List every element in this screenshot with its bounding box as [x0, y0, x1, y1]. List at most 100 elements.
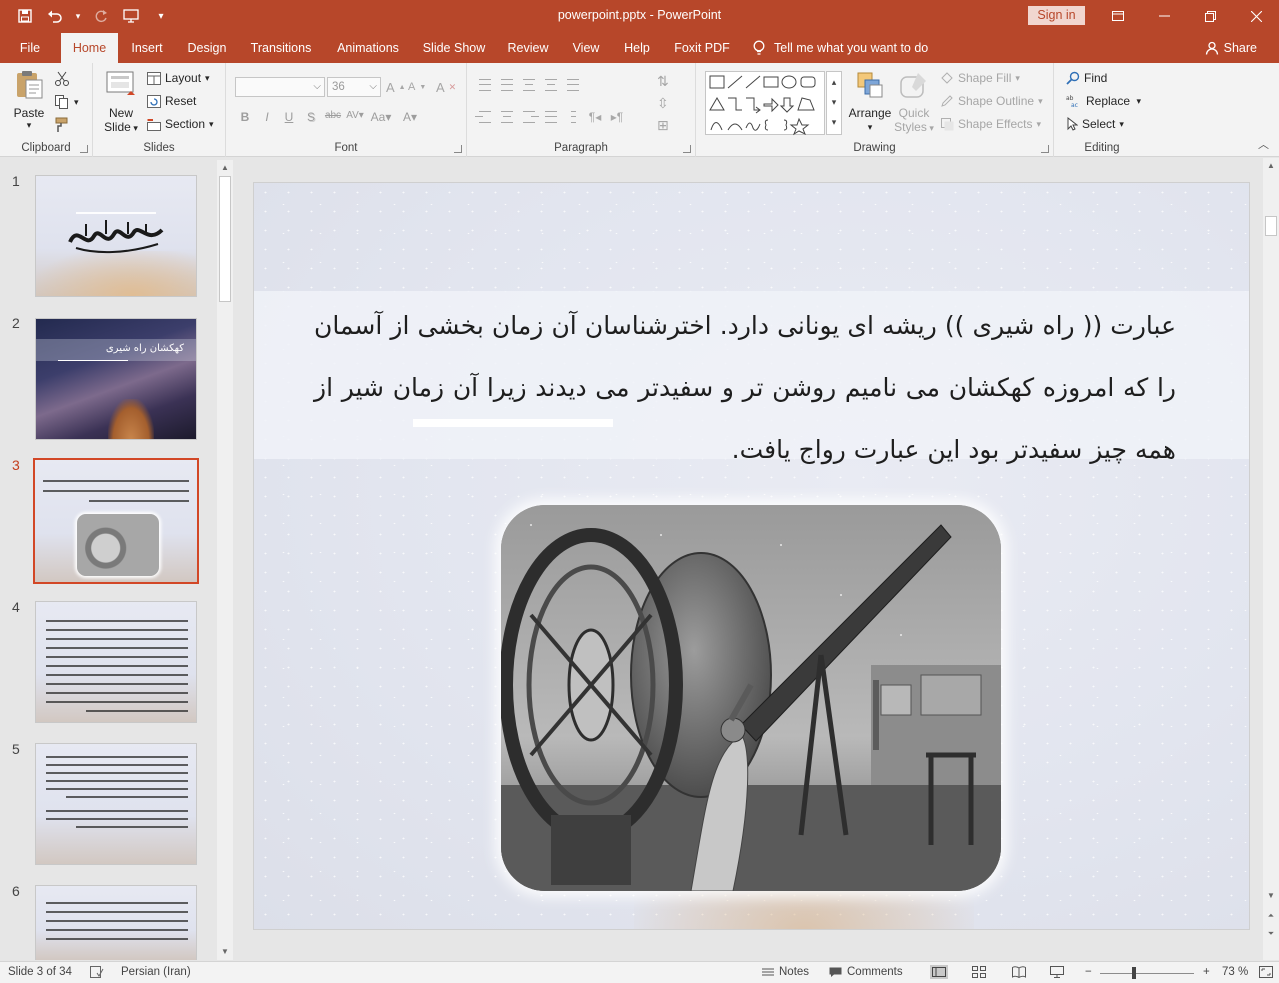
editor-scroll-down-icon[interactable]: ▼ [1263, 888, 1279, 904]
columns-icon[interactable] [563, 109, 583, 125]
format-painter-button[interactable] [54, 115, 70, 135]
shapes-gallery-scroll[interactable]: ▴ ▾ ▾ [826, 71, 842, 135]
slide-thumbnail-2[interactable]: کهکشان راه شیری [35, 318, 197, 440]
change-case-icon[interactable]: Aa▾ [366, 110, 396, 124]
undo-icon[interactable] [42, 5, 68, 27]
align-center-icon[interactable] [497, 109, 517, 125]
text-shadow-icon[interactable]: S [300, 110, 322, 124]
customize-toolbar-icon[interactable]: ▾ [148, 5, 174, 27]
text-direction-icon[interactable]: ⇅ [657, 71, 669, 91]
slide-canvas[interactable]: عبارت (( راه شیری )) ریشه ای یونانی دارد… [253, 182, 1250, 930]
astronomer-engraving-image[interactable] [501, 505, 1001, 891]
quick-styles-button[interactable]: Quick Styles ▾ [894, 69, 934, 135]
ribbon-display-options-icon[interactable] [1095, 0, 1141, 32]
tab-review[interactable]: Review [501, 33, 555, 63]
bold-icon[interactable]: B [234, 110, 256, 124]
tab-file[interactable]: File [10, 33, 50, 63]
cut-button[interactable] [54, 69, 70, 89]
tab-foxit-pdf[interactable]: Foxit PDF [668, 33, 736, 63]
slide-sorter-view-icon[interactable] [972, 966, 986, 978]
undo-dropdown-icon[interactable]: ▾ [72, 5, 84, 27]
zoom-level[interactable]: 73 % [1222, 966, 1248, 978]
tab-animations[interactable]: Animations [329, 33, 407, 63]
thumbnail-scrollbar[interactable]: ▲ ▼ [217, 160, 233, 960]
decrease-font-size-icon[interactable]: A ▼ [408, 77, 426, 97]
collapse-ribbon-icon[interactable]: ︿ [1258, 136, 1269, 152]
normal-view-icon[interactable] [930, 965, 948, 979]
tab-home[interactable]: Home [61, 33, 118, 64]
slide-thumbnail-1[interactable] [35, 175, 197, 297]
thumbnail-scroll-thumb[interactable] [219, 176, 231, 302]
arrange-button[interactable]: Arrange ▾ [848, 69, 892, 134]
save-icon[interactable] [12, 5, 38, 27]
slide-show-view-icon[interactable] [1050, 966, 1064, 978]
notes-button[interactable]: Notes [762, 966, 809, 978]
paste-button[interactable]: Paste ▾ [10, 69, 48, 131]
new-slide-dropdown-icon[interactable]: ▾ [131, 123, 138, 133]
editor-scroll-thumb[interactable] [1265, 216, 1277, 236]
font-name-dropdown-icon[interactable]: ⌵ [313, 78, 321, 96]
tab-view[interactable]: View [566, 33, 606, 63]
reset-button[interactable]: Reset [147, 91, 196, 111]
bullets-icon[interactable] [475, 77, 495, 93]
slide-thumbnail-3-selected[interactable] [33, 458, 199, 584]
clipboard-dialog-launcher-icon[interactable] [80, 145, 88, 153]
select-button[interactable]: Select ▾ [1066, 114, 1124, 134]
line-spacing-icon[interactable] [563, 77, 583, 93]
slide-thumbnail-5[interactable] [35, 743, 197, 865]
spell-check-icon[interactable] [90, 966, 104, 978]
section-button[interactable]: Section ▾ [147, 114, 214, 134]
tab-insert[interactable]: Insert [124, 33, 170, 63]
scroll-up-icon[interactable]: ▲ [217, 160, 233, 176]
editor-scroll-up-icon[interactable]: ▲ [1263, 158, 1279, 174]
font-dialog-launcher-icon[interactable] [454, 145, 462, 153]
decrease-indent-icon[interactable] [519, 77, 539, 93]
comments-button[interactable]: Comments [829, 966, 903, 978]
sign-in-button[interactable]: Sign in [1028, 6, 1085, 25]
italic-icon[interactable]: I [256, 110, 278, 124]
tab-transitions[interactable]: Transitions [244, 33, 318, 63]
underline-icon[interactable]: U [278, 110, 300, 124]
new-slide-button[interactable]: New Slide ▾ [101, 69, 141, 135]
numbering-icon[interactable] [497, 77, 517, 93]
zoom-out-button[interactable]: − [1085, 966, 1092, 978]
shapes-gallery[interactable] [705, 71, 825, 136]
tab-help[interactable]: Help [617, 33, 657, 63]
strikethrough-icon[interactable]: abc [322, 110, 344, 124]
minimize-icon[interactable] [1141, 0, 1187, 32]
align-left-icon[interactable] [475, 109, 495, 125]
editor-scrollbar[interactable]: ▲ ▼ ⏶ ⏷ [1263, 158, 1279, 960]
ltr-icon[interactable]: ▸¶ [607, 109, 627, 125]
rtl-icon[interactable]: ¶◂ [585, 109, 605, 125]
find-button[interactable]: Find [1066, 68, 1107, 88]
slide-text-box[interactable]: عبارت (( راه شیری )) ریشه ای یونانی دارد… [314, 295, 1176, 481]
close-icon[interactable] [1233, 0, 1279, 32]
slide-thumbnail-6[interactable] [35, 885, 197, 960]
justify-icon[interactable] [541, 109, 561, 125]
font-size-dropdown-icon[interactable]: ⌵ [369, 78, 377, 96]
copy-button[interactable]: ▾ [54, 92, 79, 112]
restore-icon[interactable] [1187, 0, 1233, 32]
start-from-beginning-icon[interactable] [118, 5, 144, 27]
zoom-in-button[interactable]: + [1203, 966, 1210, 978]
align-right-icon[interactable] [519, 109, 539, 125]
language-indicator[interactable]: Persian (Iran) [121, 966, 191, 978]
shape-fill-button[interactable]: Shape Fill ▾ [940, 68, 1020, 88]
character-spacing-icon[interactable]: AV▾ [344, 110, 366, 124]
replace-button[interactable]: ab ac Replace ▾ [1066, 91, 1141, 111]
slide-thumbnail-4[interactable] [35, 601, 197, 723]
font-name-combo[interactable]: ⌵ [235, 77, 325, 97]
share-button[interactable]: Share [1205, 33, 1257, 63]
zoom-slider[interactable] [1100, 973, 1194, 974]
increase-font-size-icon[interactable]: A ▲ [386, 77, 406, 97]
tab-slide-show[interactable]: Slide Show [418, 33, 490, 63]
fit-slide-icon[interactable] [1259, 966, 1273, 978]
layout-button[interactable]: Layout ▾ [147, 68, 210, 88]
zoom-slider-thumb[interactable] [1132, 967, 1136, 979]
paragraph-dialog-launcher-icon[interactable] [683, 145, 691, 153]
next-slide-icon[interactable]: ⏷ [1263, 926, 1279, 942]
paste-dropdown-icon[interactable]: ▾ [10, 120, 48, 131]
shape-outline-button[interactable]: Shape Outline ▾ [940, 91, 1043, 111]
drawing-dialog-launcher-icon[interactable] [1041, 145, 1049, 153]
reading-view-icon[interactable] [1012, 966, 1026, 978]
